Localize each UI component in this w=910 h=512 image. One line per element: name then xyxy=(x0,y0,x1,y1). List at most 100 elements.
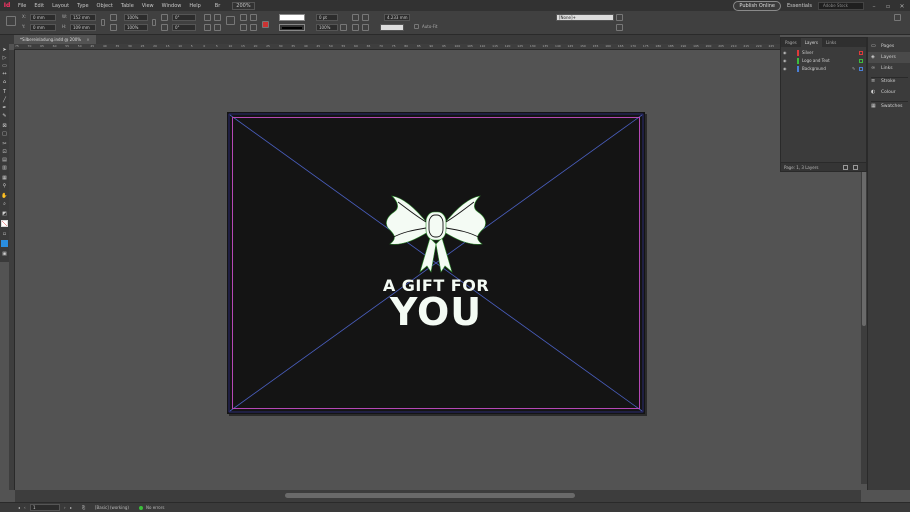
rectangle-frame-tool-icon[interactable]: ⊠ xyxy=(1,122,8,129)
visibility-eye-icon[interactable]: ◉ xyxy=(783,65,787,73)
close-tab-icon[interactable]: × xyxy=(86,37,89,42)
object-style-select[interactable]: [None]+ xyxy=(556,14,614,21)
panel-tab-pages[interactable]: Pages xyxy=(781,38,801,47)
visibility-eye-icon[interactable]: ◉ xyxy=(783,49,787,57)
fill-stroke-icon[interactable] xyxy=(1,220,8,227)
rotation-field[interactable]: 0° xyxy=(172,14,196,21)
gradient-feather-tool-icon[interactable]: ▥ xyxy=(1,164,8,171)
align-middle-icon[interactable] xyxy=(362,24,369,31)
text-wrap-icon[interactable] xyxy=(226,16,235,25)
apply-color-icon[interactable] xyxy=(1,240,8,247)
scale-y-field[interactable]: 100% xyxy=(124,24,148,31)
default-colors-icon[interactable]: ◩ xyxy=(1,210,8,217)
menu-edit[interactable]: Edit xyxy=(30,3,48,9)
dock-layers[interactable]: ◈ Layers xyxy=(868,52,910,63)
auto-fit-checkbox[interactable] xyxy=(414,24,419,29)
panel-tab-layers[interactable]: Layers xyxy=(800,38,823,47)
first-page-icon[interactable]: ◂ xyxy=(18,504,20,512)
dock-pages[interactable]: ▭ Pages xyxy=(868,41,910,52)
menu-view[interactable]: View xyxy=(138,3,158,9)
note-tool-icon[interactable]: ▦ xyxy=(1,174,8,181)
menu-window[interactable]: Window xyxy=(158,3,186,9)
layer-row-background[interactable]: ◉ Background ✎ xyxy=(781,65,866,73)
layer-select-square[interactable] xyxy=(859,51,863,55)
zoom-tool-icon[interactable]: ⌕ xyxy=(1,200,8,207)
gap-field[interactable]: 4.233 mm xyxy=(384,14,410,21)
menu-help[interactable]: Help xyxy=(185,3,204,9)
formatting-container-icon[interactable]: ▫ xyxy=(1,230,8,237)
previous-page-icon[interactable]: ‹ xyxy=(24,504,26,512)
vertical-scroll-thumb[interactable] xyxy=(862,146,866,326)
open-page-icon[interactable]: ⎘ xyxy=(82,504,85,512)
style-options-icon[interactable] xyxy=(616,14,623,21)
stroke-weight-field[interactable]: 0 pt xyxy=(316,14,338,21)
select-container-icon[interactable] xyxy=(240,14,247,21)
minimize-icon[interactable]: – xyxy=(870,3,878,10)
gap-tool-icon[interactable]: ↔ xyxy=(1,70,8,77)
eyedropper-tool-icon[interactable]: ⚲ xyxy=(1,182,8,189)
dock-links[interactable]: ∞ Links xyxy=(868,63,910,74)
align-top-icon[interactable] xyxy=(352,24,359,31)
select-content-icon[interactable] xyxy=(240,24,247,31)
dock-swatches[interactable]: ▦ Swatches xyxy=(868,101,910,112)
bridge-icon[interactable]: Br xyxy=(211,3,225,9)
flip-horizontal-icon[interactable] xyxy=(204,24,211,31)
hand-tool-icon[interactable]: ✋ xyxy=(1,192,8,199)
effects-icon[interactable] xyxy=(340,24,347,31)
preflight-status[interactable]: No errors xyxy=(146,504,164,512)
document-tab[interactable]: *Silbereinladung.indd @ 200% × xyxy=(14,35,96,44)
y-field[interactable]: 0 mm xyxy=(30,24,56,31)
select-previous-icon[interactable] xyxy=(250,14,257,21)
delete-layer-icon[interactable] xyxy=(853,165,858,170)
scissors-tool-icon[interactable]: ✂ xyxy=(1,140,8,147)
bow-icon[interactable] xyxy=(384,194,488,274)
layer-row-logo-and-text[interactable]: ◉ Logo and Text xyxy=(781,57,866,65)
new-layer-icon[interactable] xyxy=(843,165,848,170)
menu-layout[interactable]: Layout xyxy=(48,3,73,9)
x-field[interactable]: 0 mm xyxy=(30,14,56,21)
fitting-field[interactable] xyxy=(380,24,404,31)
gradient-swatch-tool-icon[interactable]: ▤ xyxy=(1,156,8,163)
layer-select-square[interactable] xyxy=(859,59,863,63)
shear-field[interactable]: 0° xyxy=(172,24,196,31)
headline-line-2[interactable]: YOU xyxy=(227,290,645,334)
pen-tool-icon[interactable]: ✒ xyxy=(1,104,8,111)
publish-online-button[interactable]: Publish Online xyxy=(733,1,781,11)
flip-vertical-icon[interactable] xyxy=(214,24,221,31)
horizontal-scroll-thumb[interactable] xyxy=(285,493,575,498)
align-left-icon[interactable] xyxy=(352,14,359,21)
constrain-scale-icon[interactable] xyxy=(152,19,156,26)
select-next-icon[interactable] xyxy=(250,24,257,31)
selection-tool-icon[interactable]: ➤ xyxy=(1,46,8,53)
line-tool-icon[interactable]: ╱ xyxy=(1,96,8,103)
next-page-icon[interactable]: › xyxy=(64,504,66,512)
menu-object[interactable]: Object xyxy=(93,3,117,9)
maximize-icon[interactable]: ▫ xyxy=(884,3,892,10)
direct-selection-tool-icon[interactable]: ▷ xyxy=(1,54,8,61)
fill-color-select[interactable] xyxy=(279,14,305,21)
free-transform-tool-icon[interactable]: ⊡ xyxy=(1,148,8,155)
visibility-eye-icon[interactable]: ◉ xyxy=(783,57,787,65)
master-status[interactable]: [Basic] (working) xyxy=(95,504,129,512)
clear-overrides-icon[interactable] xyxy=(616,24,623,31)
workspace-select[interactable]: Essentials xyxy=(787,3,812,9)
fill-swatch-icon[interactable] xyxy=(262,21,269,28)
menu-table[interactable]: Table xyxy=(117,3,138,9)
screen-mode-icon[interactable]: ▣ xyxy=(1,250,8,257)
menu-file[interactable]: File xyxy=(14,3,30,9)
width-field[interactable]: 152 mm xyxy=(70,14,96,21)
rectangle-tool-icon[interactable]: □ xyxy=(1,130,8,137)
horizontal-scrollbar[interactable] xyxy=(15,490,861,502)
content-collector-icon[interactable]: ⌂ xyxy=(1,78,8,85)
adobe-stock-search-input[interactable]: Adobe Stock xyxy=(818,2,864,10)
zoom-level-select[interactable]: 200% xyxy=(232,1,255,10)
dock-colour[interactable]: ◐ Colour xyxy=(868,87,910,98)
pencil-tool-icon[interactable]: ✎ xyxy=(1,112,8,119)
align-center-icon[interactable] xyxy=(362,14,369,21)
page-tool-icon[interactable]: ▭ xyxy=(1,62,8,69)
constrain-proportions-icon[interactable] xyxy=(101,19,105,26)
close-icon[interactable]: ✕ xyxy=(898,3,906,10)
height-field[interactable]: 109 mm xyxy=(70,24,96,31)
panel-menu-icon[interactable] xyxy=(894,14,901,21)
opacity-field[interactable]: 100% xyxy=(316,24,338,31)
